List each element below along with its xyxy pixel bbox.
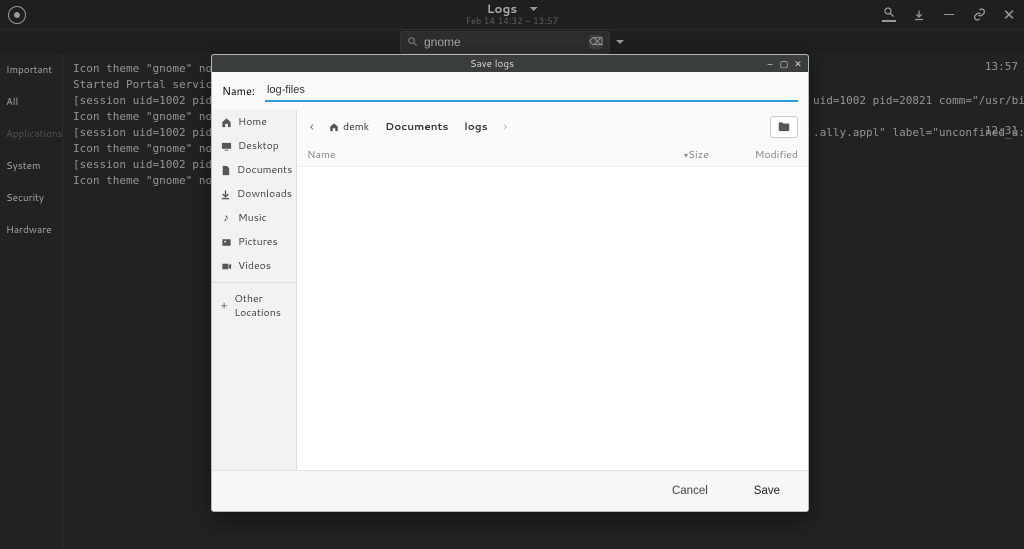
log-timestamp: 12:31 [985,124,1018,137]
window-titlebar: Logs Feb 14 14:32 – 13:57 ✕ [0,0,1024,30]
save-dialog: Save logs – ▢ ✕ Name: Home Desktop Docum… [211,54,809,512]
breadcrumb-back-icon[interactable] [307,120,317,134]
home-icon [329,122,339,132]
breadcrumb-forward-icon[interactable] [500,120,510,134]
chevron-down-icon[interactable] [529,7,537,11]
place-label: Downloads [237,187,292,201]
sidebar-item-label: Applications [6,127,63,141]
column-name[interactable]: Name▾ [307,148,688,162]
download-icon[interactable] [912,8,926,22]
place-documents[interactable]: Documents [212,158,296,182]
breadcrumb-bar: demk Documents logs [297,110,808,144]
breadcrumb-label: demk [343,120,369,134]
file-list[interactable] [297,167,808,470]
desktop-icon [220,141,232,152]
place-other-locations[interactable]: + Other Locations [212,287,296,325]
sidebar-item-label: Hardware [6,223,51,237]
dialog-minimize-icon[interactable]: – [766,60,774,68]
sidebar-item-label: Security [6,191,44,205]
close-icon[interactable]: ✕ [1002,8,1016,22]
folder-plus-icon [777,120,791,134]
log-timestamp: 13:57 [985,60,1018,73]
window-title-area[interactable]: Logs Feb 14 14:32 – 13:57 [466,2,559,26]
search-container: ⌫ [400,31,610,54]
breadcrumb-current[interactable]: logs [460,118,491,136]
minimize-icon[interactable] [942,8,956,22]
breadcrumb-label: Documents [385,120,448,134]
breadcrumb-documents[interactable]: Documents [381,118,452,136]
log-categories-sidebar: Important All Applications System Securi… [0,54,63,549]
breadcrumb-label: logs [464,120,487,134]
sidebar-item-applications[interactable]: Applications [0,118,62,150]
places-separator [212,282,296,283]
searchbar-row: ⌫ [0,30,1024,54]
filename-input[interactable] [265,80,798,102]
dialog-titlebar: Save logs – ▢ ✕ [212,55,808,72]
place-label: Music [238,211,267,225]
sidebar-item-important[interactable]: Important [0,54,62,86]
pictures-icon [220,237,232,248]
search-magnifier-icon [407,34,418,51]
place-label: Pictures [238,235,278,249]
place-label: Home [238,115,267,129]
place-label: Videos [238,259,271,273]
search-input[interactable] [424,35,583,49]
filename-label: Name: [222,83,255,99]
home-icon [220,117,232,128]
sidebar-item-system[interactable]: System [0,150,62,182]
sidebar-item-security[interactable]: Security [0,182,62,214]
sidebar-item-label: All [6,95,18,109]
sidebar-item-label: System [6,159,40,173]
file-list-header: Name▾ Size Modified [297,144,808,167]
new-folder-button[interactable] [770,116,798,138]
link-icon[interactable] [972,8,986,22]
place-label: Other Locations [234,292,288,320]
place-label: Documents [237,163,292,177]
place-downloads[interactable]: Downloads [212,182,296,206]
save-button[interactable]: Save [746,481,788,501]
music-icon: ♪ [220,211,232,225]
place-music[interactable]: ♪ Music [212,206,296,230]
place-videos[interactable]: Videos [212,254,296,278]
dialog-close-icon[interactable]: ✕ [794,60,802,68]
downloads-icon [220,189,231,200]
cancel-button[interactable]: Cancel [664,481,716,501]
place-pictures[interactable]: Pictures [212,230,296,254]
plus-icon: + [220,299,228,313]
sidebar-item-label: Important [6,63,52,77]
dialog-maximize-icon[interactable]: ▢ [780,60,788,68]
places-sidebar: Home Desktop Documents Downloads ♪Music … [212,110,297,470]
place-label: Desktop [238,139,279,153]
sidebar-item-all[interactable]: All [0,86,62,118]
search-icon[interactable] [882,8,896,22]
column-size[interactable]: Size [688,148,738,162]
dialog-title: Save logs [470,57,514,71]
filename-row: Name: [212,72,808,110]
activities-icon[interactable] [8,6,26,24]
file-browser: demk Documents logs Name▾ Size Modified [297,110,808,470]
column-modified[interactable]: Modified [738,148,798,162]
place-desktop[interactable]: Desktop [212,134,296,158]
sidebar-item-hardware[interactable]: Hardware [0,214,62,246]
place-home[interactable]: Home [212,110,296,134]
search-options-dropdown[interactable] [616,40,624,44]
dialog-body: Home Desktop Documents Downloads ♪Music … [212,110,808,470]
breadcrumb-home[interactable]: demk [325,118,373,136]
dialog-button-row: Cancel Save [212,470,808,511]
search-clear-icon[interactable]: ⌫ [589,35,603,49]
documents-icon [220,165,231,176]
window-subtitle: Feb 14 14:32 – 13:57 [466,16,559,26]
videos-icon [220,261,232,272]
